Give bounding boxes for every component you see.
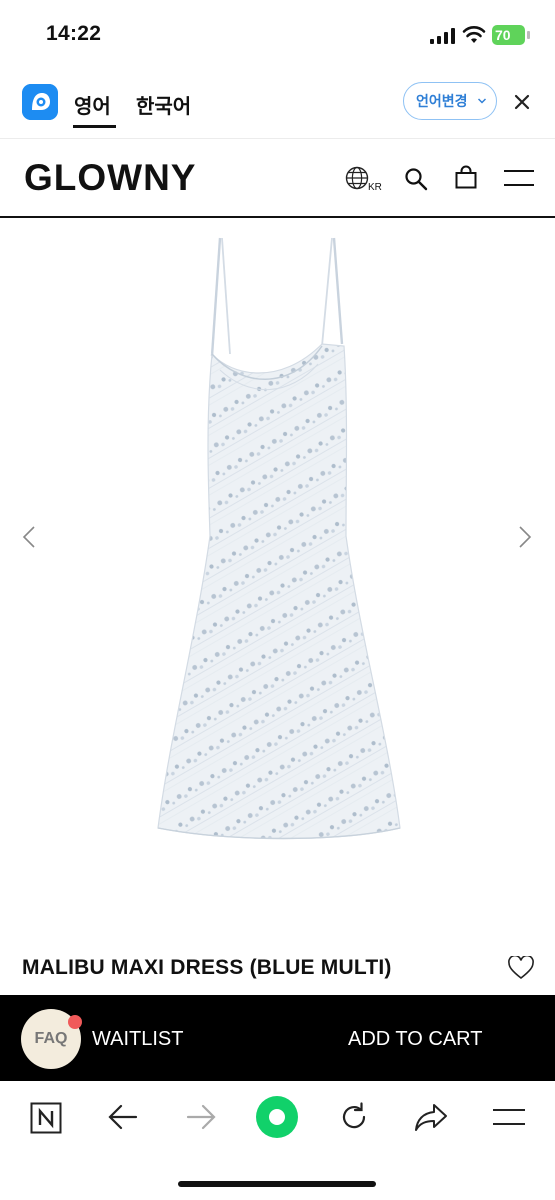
shopping-bag-icon[interactable] xyxy=(455,165,477,189)
battery-level: 70 xyxy=(492,25,525,45)
globe-icon[interactable] xyxy=(345,166,369,190)
browser-toolbar xyxy=(0,1081,555,1200)
chevron-right-icon[interactable] xyxy=(518,525,532,549)
share-icon[interactable] xyxy=(414,1102,448,1132)
waitlist-button[interactable]: WAITLIST xyxy=(92,1028,183,1051)
status-bar: 14:22 70 xyxy=(0,0,555,70)
chevron-left-icon[interactable] xyxy=(22,525,36,549)
change-language-label: 언어변경 xyxy=(416,93,468,109)
region-label: KR xyxy=(368,182,382,193)
status-time: 14:22 xyxy=(46,22,102,45)
notification-dot xyxy=(68,1015,82,1029)
reload-icon[interactable] xyxy=(338,1101,370,1133)
chevron-down-icon xyxy=(478,98,486,104)
wifi-icon xyxy=(462,26,486,43)
tab-english[interactable]: 영어 xyxy=(74,90,111,119)
papago-logo-icon xyxy=(22,84,58,120)
naver-n-icon[interactable] xyxy=(30,1102,62,1134)
translator-bar: 영어 한국어 언어변경 xyxy=(0,72,555,139)
product-image-gallery[interactable] xyxy=(0,218,555,938)
forward-arrow-icon[interactable] xyxy=(186,1104,216,1130)
cart-action-bar: FAQ WAITLIST ADD TO CART xyxy=(0,995,555,1081)
active-tab-underline xyxy=(73,125,116,128)
tab-korean[interactable]: 한국어 xyxy=(136,90,191,119)
product-title: MALIBU MAXI DRESS (BLUE MULTI) xyxy=(22,956,392,979)
heart-wishlist-icon[interactable] xyxy=(508,956,534,980)
add-to-cart-button[interactable]: ADD TO CART xyxy=(348,1028,482,1051)
home-indicator xyxy=(178,1181,376,1187)
green-dot-icon[interactable] xyxy=(256,1096,298,1138)
battery-icon: 70 xyxy=(492,25,530,45)
back-arrow-icon[interactable] xyxy=(108,1104,138,1130)
cellular-signal-icon xyxy=(430,28,455,44)
hamburger-menu-icon[interactable] xyxy=(504,169,534,187)
close-icon[interactable] xyxy=(514,94,530,110)
change-language-button[interactable]: 언어변경 xyxy=(403,82,497,120)
search-icon[interactable] xyxy=(404,167,428,191)
site-header: GLOWNY KR xyxy=(0,139,555,218)
menu-icon[interactable] xyxy=(493,1108,525,1126)
product-image-dress xyxy=(157,237,401,840)
brand-logo[interactable]: GLOWNY xyxy=(24,157,196,199)
